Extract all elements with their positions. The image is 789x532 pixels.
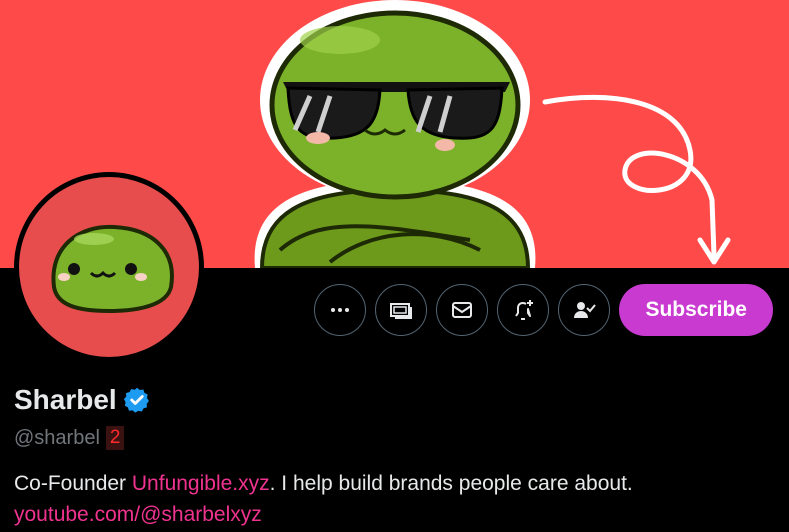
subscribe-button[interactable]: Subscribe [619,284,773,336]
count-badge: 2 [105,426,125,450]
tip-button[interactable] [375,284,428,336]
money-icon [390,303,413,319]
bell-plus-icon [515,300,534,320]
bio-prefix: Co-Founder [14,472,132,495]
notify-button[interactable] [497,284,550,336]
more-icon [331,308,350,312]
website-link[interactable]: youtube.com/@sharbelxyz [14,503,262,527]
mail-icon [452,302,473,318]
message-button[interactable] [436,284,489,336]
avatar-image [19,177,199,357]
bio-suffix: . I help build brands people care about. [269,472,633,495]
display-name: Sharbel [14,384,117,415]
bio-link[interactable]: Unfungible.xyz [132,472,270,495]
user-handle: @sharbel [14,426,100,449]
person-check-icon [574,302,597,318]
avatar[interactable] [14,172,204,362]
handle-row: @sharbel 2 [14,426,125,450]
profile-actions: Subscribe [314,284,773,336]
name-row: Sharbel [14,384,151,416]
bio-text: Co-Founder Unfungible.xyz. I help build … [14,472,633,496]
verified-badge-icon[interactable] [123,386,151,414]
more-button[interactable] [314,284,367,336]
following-button[interactable] [558,284,611,336]
